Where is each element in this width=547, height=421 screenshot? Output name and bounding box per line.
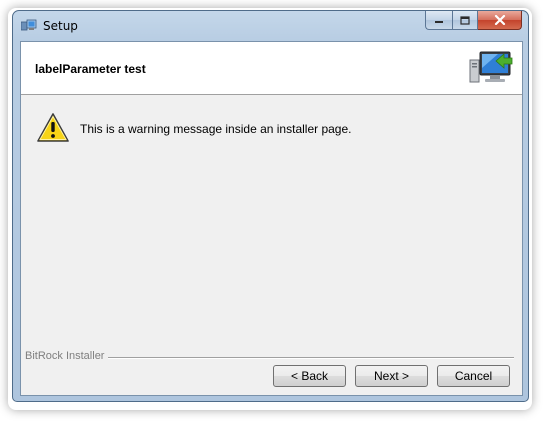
close-icon: [494, 15, 505, 25]
installer-page: labelParameter test This is a warning me…: [20, 41, 523, 396]
setup-app-icon: [21, 19, 37, 31]
next-button[interactable]: Next >: [355, 365, 428, 387]
minimize-icon: [435, 21, 443, 23]
computer-install-icon: [469, 51, 513, 83]
maximize-icon: [460, 15, 470, 25]
title-bar[interactable]: Setup: [13, 11, 528, 41]
page-title: labelParameter test: [35, 62, 146, 76]
caption-buttons: [425, 11, 522, 31]
minimize-button[interactable]: [425, 11, 452, 30]
warning-icon: [37, 113, 69, 142]
back-button[interactable]: < Back: [273, 365, 346, 387]
setup-window: Setup labelParameter test This is a warn…: [12, 10, 529, 402]
cancel-button[interactable]: Cancel: [437, 365, 510, 387]
warning-message: This is a warning message inside an inst…: [80, 122, 352, 136]
page-header: labelParameter test: [21, 42, 522, 95]
window-title: Setup: [43, 19, 78, 33]
maximize-button[interactable]: [452, 11, 478, 30]
close-button[interactable]: [478, 11, 522, 30]
footer-divider: [105, 357, 514, 359]
branding-label: BitRock Installer: [25, 350, 109, 362]
